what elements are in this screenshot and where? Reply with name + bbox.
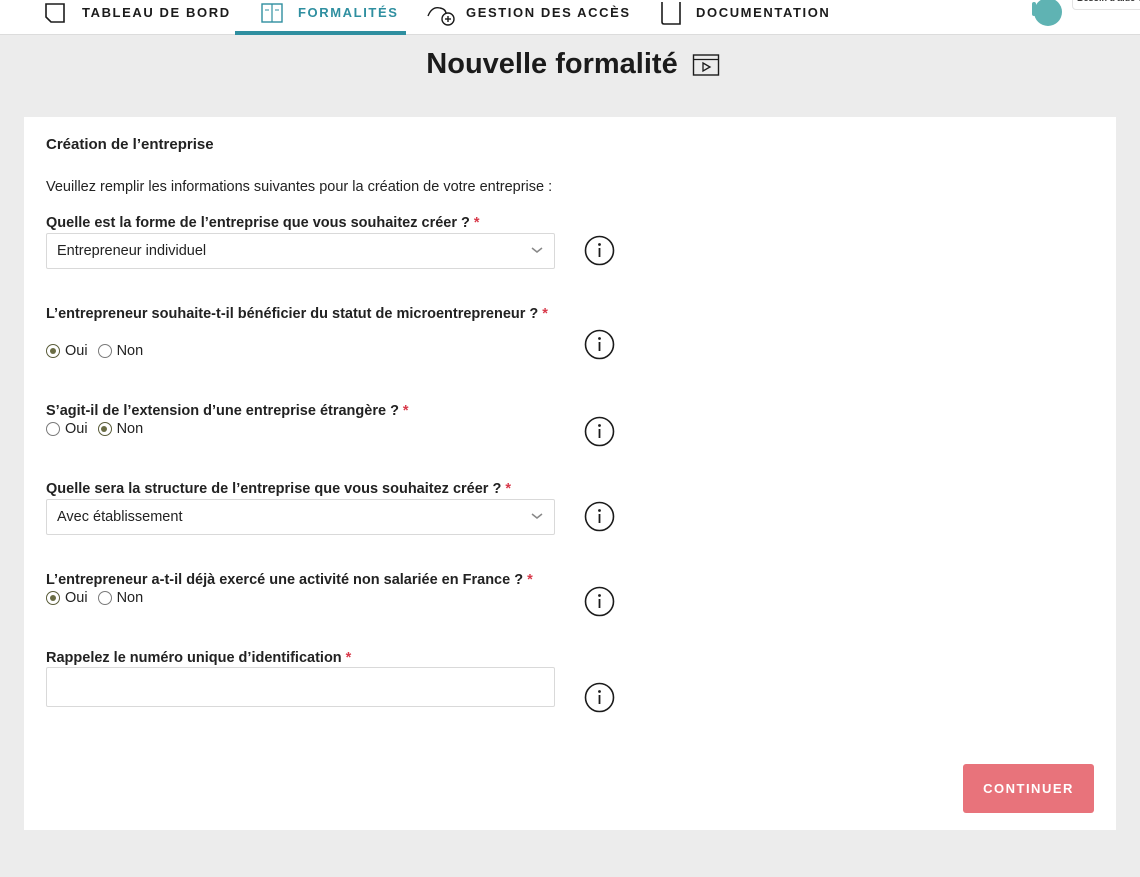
foreign-extension-radio-group: Oui Non [46, 421, 143, 437]
info-icon[interactable] [584, 329, 615, 360]
required-mark: * [402, 403, 409, 419]
radio-label: Oui [65, 343, 88, 359]
radio-label: Non [116, 343, 144, 359]
question-company-form: Quelle est la forme de l’entreprise que … [46, 214, 556, 233]
required-mark: * [345, 650, 352, 666]
prior-activity-radio-group: Oui Non [46, 590, 143, 606]
page-title: Nouvelle formalité [426, 48, 678, 80]
help-widget[interactable]: Besoin d'aide ? [1022, 0, 1140, 26]
question-label: L’entrepreneur a-t-il déjà exercé une ac… [46, 572, 524, 588]
radio-oui[interactable]: Oui [46, 343, 88, 359]
radio-label: Oui [65, 421, 88, 437]
radio-non[interactable]: Non [97, 421, 144, 437]
required-mark: * [542, 306, 548, 322]
info-icon[interactable] [584, 682, 615, 713]
question-foreign-extension: S’agit-il de l’extension d’une entrepris… [46, 402, 556, 421]
nav-item-formalities[interactable]: FORMALITÉS [258, 0, 399, 35]
help-avatar-icon [1032, 0, 1062, 26]
form-card: Création de l’entreprise Veuillez rempli… [24, 117, 1116, 830]
question-label: Quelle est la forme de l’entreprise que … [46, 215, 470, 231]
required-mark: * [527, 572, 533, 588]
radio-non[interactable]: Non [97, 343, 144, 359]
question-identification-number: Rappelez le numéro unique d’identificati… [46, 649, 556, 668]
nav-label-formalities: FORMALITÉS [298, 5, 399, 20]
radio-button-selected[interactable] [97, 422, 112, 436]
documentation-icon [661, 1, 681, 25]
chevron-down-icon [531, 513, 543, 519]
radio-button-selected[interactable] [46, 591, 60, 605]
required-mark: * [473, 215, 480, 231]
question-microentrepreneur: L’entrepreneur souhaite-t-il bénéficier … [46, 305, 556, 324]
radio-button[interactable] [97, 344, 112, 358]
radio-button-selected[interactable] [46, 344, 60, 358]
nav-label-access-management: GESTION DES ACCÈS [466, 5, 631, 20]
required-mark: * [505, 481, 511, 497]
question-prior-activity: L’entrepreneur a-t-il déjà exercé une ac… [46, 571, 556, 590]
radio-non[interactable]: Non [97, 590, 144, 606]
dashboard-icon [45, 2, 65, 23]
radio-label: Non [116, 590, 144, 606]
radio-oui[interactable]: Oui [46, 421, 88, 437]
form-intro: Veuillez remplir les informations suivan… [46, 179, 553, 195]
identification-number-input[interactable] [46, 667, 555, 707]
info-icon[interactable] [584, 416, 615, 447]
select-value: Entrepreneur individuel [57, 243, 207, 259]
microentrepreneur-radio-group: Oui Non [46, 343, 143, 359]
question-label: Quelle sera la structure de l’entreprise… [46, 481, 502, 497]
radio-button[interactable] [46, 422, 60, 436]
page-header: Nouvelle formalité [0, 48, 1140, 81]
info-icon[interactable] [584, 586, 615, 617]
continue-button[interactable]: CONTINUER [963, 764, 1094, 813]
top-navigation: TABLEAU DE BORD FORMALITÉS GESTION DES A… [0, 0, 1140, 35]
question-label: S’agit-il de l’extension d’une entrepris… [46, 403, 399, 419]
help-bubble: Besoin d'aide ? [1072, 0, 1140, 10]
section-title: Création de l’entreprise [46, 136, 214, 153]
nav-item-dashboard[interactable]: TABLEAU DE BORD [42, 0, 231, 35]
formalities-icon [261, 2, 283, 23]
structure-select[interactable]: Avec établissement [46, 499, 555, 535]
access-management-icon [427, 6, 455, 26]
question-label: L’entrepreneur souhaite-t-il bénéficier … [46, 306, 539, 322]
nav-label-dashboard: TABLEAU DE BORD [82, 5, 231, 20]
radio-label: Oui [65, 590, 88, 606]
nav-item-documentation[interactable]: DOCUMENTATION [656, 0, 830, 35]
info-icon[interactable] [584, 501, 615, 532]
active-tab-indicator [235, 31, 406, 35]
radio-button[interactable] [97, 591, 112, 605]
select-value: Avec établissement [57, 509, 183, 525]
video-tutorial-icon[interactable] [692, 53, 720, 77]
nav-label-documentation: DOCUMENTATION [696, 5, 831, 20]
company-form-select[interactable]: Entrepreneur individuel [46, 233, 555, 269]
chevron-down-icon [531, 247, 543, 253]
radio-oui[interactable]: Oui [46, 590, 88, 606]
nav-item-access-management[interactable]: GESTION DES ACCÈS [426, 0, 631, 35]
question-label: Rappelez le numéro unique d’identificati… [46, 650, 342, 666]
info-icon[interactable] [584, 235, 615, 266]
radio-label: Non [116, 421, 144, 437]
question-structure: Quelle sera la structure de l’entreprise… [46, 480, 556, 499]
